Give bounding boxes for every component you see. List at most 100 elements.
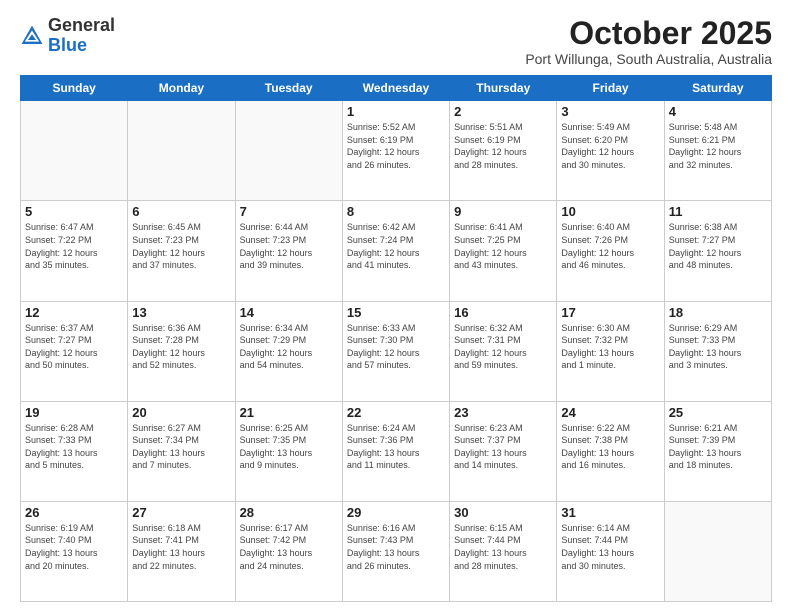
day-info: Sunrise: 6:15 AM Sunset: 7:44 PM Dayligh… [454, 522, 552, 572]
day-info: Sunrise: 6:14 AM Sunset: 7:44 PM Dayligh… [561, 522, 659, 572]
calendar-day-header: Thursday [450, 76, 557, 101]
day-info: Sunrise: 6:41 AM Sunset: 7:25 PM Dayligh… [454, 221, 552, 271]
calendar-cell: 12Sunrise: 6:37 AM Sunset: 7:27 PM Dayli… [21, 301, 128, 401]
day-info: Sunrise: 6:47 AM Sunset: 7:22 PM Dayligh… [25, 221, 123, 271]
day-number: 9 [454, 204, 552, 219]
calendar-day-header: Wednesday [342, 76, 449, 101]
day-info: Sunrise: 6:21 AM Sunset: 7:39 PM Dayligh… [669, 422, 767, 472]
day-number: 10 [561, 204, 659, 219]
calendar-cell: 17 Sunrise: 6:30 AM Sunset: 7:32 PM Dayli… [557, 301, 664, 401]
calendar-cell: 30 Sunrise: 6:15 AM Sunset: 7:44 PM Dayli… [450, 501, 557, 601]
calendar-cell: 18 Sunrise: 6:29 AM Sunset: 7:33 PM Dayli… [664, 301, 771, 401]
day-info: Sunrise: 6:18 AM Sunset: 7:41 PM Dayligh… [132, 522, 230, 572]
day-number: 31 [561, 505, 659, 520]
day-info: Sunrise: 6:22 AM Sunset: 7:38 PM Dayligh… [561, 422, 659, 472]
day-info: Sunrise: 5:49 AM Sunset: 6:20 PM Dayligh… [561, 121, 659, 171]
day-info: Sunrise: 6:34 AM Sunset: 7:29 PM Dayligh… [240, 322, 338, 372]
day-number: 17 [561, 305, 659, 320]
subtitle: Port Willunga, South Australia, Australi… [525, 51, 772, 67]
logo-text: General Blue [48, 16, 115, 56]
calendar-cell [664, 501, 771, 601]
day-info: Sunrise: 6:40 AM Sunset: 7:26 PM Dayligh… [561, 221, 659, 271]
day-info: Sunrise: 6:29 AM Sunset: 7:33 PM Dayligh… [669, 322, 767, 372]
day-number: 7 [240, 204, 338, 219]
day-info: Sunrise: 5:51 AM Sunset: 6:19 PM Dayligh… [454, 121, 552, 171]
day-number: 3 [561, 104, 659, 119]
logo-general: General [48, 15, 115, 35]
calendar-cell: 25Sunrise: 6:21 AM Sunset: 7:39 PM Dayli… [664, 401, 771, 501]
calendar-cell: 23 Sunrise: 6:23 AM Sunset: 7:37 PM Dayli… [450, 401, 557, 501]
calendar-cell: 2 Sunrise: 5:51 AM Sunset: 6:19 PM Daylig… [450, 101, 557, 201]
day-info: Sunrise: 6:32 AM Sunset: 7:31 PM Dayligh… [454, 322, 552, 372]
day-number: 28 [240, 505, 338, 520]
calendar-cell: 29Sunrise: 6:16 AM Sunset: 7:43 PM Dayli… [342, 501, 449, 601]
day-number: 30 [454, 505, 552, 520]
day-number: 6 [132, 204, 230, 219]
calendar-cell: 20 Sunrise: 6:27 AM Sunset: 7:34 PM Dayli… [128, 401, 235, 501]
calendar-week-row: 19Sunrise: 6:28 AM Sunset: 7:33 PM Dayli… [21, 401, 772, 501]
month-title: October 2025 [525, 16, 772, 51]
day-number: 18 [669, 305, 767, 320]
day-number: 4 [669, 104, 767, 119]
day-number: 14 [240, 305, 338, 320]
day-number: 15 [347, 305, 445, 320]
day-number: 24 [561, 405, 659, 420]
day-info: Sunrise: 6:27 AM Sunset: 7:34 PM Dayligh… [132, 422, 230, 472]
calendar-cell: 7 Sunrise: 6:44 AM Sunset: 7:23 PM Daylig… [235, 201, 342, 301]
calendar-week-row: 26 Sunrise: 6:19 AM Sunset: 7:40 PM Dayli… [21, 501, 772, 601]
logo-icon [20, 24, 44, 48]
day-number: 5 [25, 204, 123, 219]
calendar-cell [235, 101, 342, 201]
day-info: Sunrise: 6:23 AM Sunset: 7:37 PM Dayligh… [454, 422, 552, 472]
calendar-cell: 6 Sunrise: 6:45 AM Sunset: 7:23 PM Daylig… [128, 201, 235, 301]
day-number: 13 [132, 305, 230, 320]
day-number: 27 [132, 505, 230, 520]
day-info: Sunrise: 6:37 AM Sunset: 7:27 PM Dayligh… [25, 322, 123, 372]
calendar-cell: 21Sunrise: 6:25 AM Sunset: 7:35 PM Dayli… [235, 401, 342, 501]
day-info: Sunrise: 6:42 AM Sunset: 7:24 PM Dayligh… [347, 221, 445, 271]
day-info: Sunrise: 5:52 AM Sunset: 6:19 PM Dayligh… [347, 121, 445, 171]
title-block: October 2025 Port Willunga, South Austra… [525, 16, 772, 67]
calendar-day-header: Monday [128, 76, 235, 101]
calendar-cell: 10 Sunrise: 6:40 AM Sunset: 7:26 PM Dayli… [557, 201, 664, 301]
calendar-week-row: 5 Sunrise: 6:47 AM Sunset: 7:22 PM Daylig… [21, 201, 772, 301]
day-info: Sunrise: 6:28 AM Sunset: 7:33 PM Dayligh… [25, 422, 123, 472]
day-number: 2 [454, 104, 552, 119]
calendar-cell: 1 Sunrise: 5:52 AM Sunset: 6:19 PM Daylig… [342, 101, 449, 201]
calendar-cell: 9 Sunrise: 6:41 AM Sunset: 7:25 PM Daylig… [450, 201, 557, 301]
calendar-cell: 13Sunrise: 6:36 AM Sunset: 7:28 PM Dayli… [128, 301, 235, 401]
calendar-cell: 15 Sunrise: 6:33 AM Sunset: 7:30 PM Dayli… [342, 301, 449, 401]
calendar-header-row: SundayMondayTuesdayWednesdayThursdayFrid… [21, 76, 772, 101]
calendar-cell: 14 Sunrise: 6:34 AM Sunset: 7:29 PM Dayli… [235, 301, 342, 401]
day-info: Sunrise: 6:44 AM Sunset: 7:23 PM Dayligh… [240, 221, 338, 271]
day-info: Sunrise: 5:48 AM Sunset: 6:21 PM Dayligh… [669, 121, 767, 171]
calendar-cell [128, 101, 235, 201]
calendar-cell: 16 Sunrise: 6:32 AM Sunset: 7:31 PM Dayli… [450, 301, 557, 401]
day-info: Sunrise: 6:38 AM Sunset: 7:27 PM Dayligh… [669, 221, 767, 271]
page: General Blue October 2025 Port Willunga,… [0, 0, 792, 612]
day-info: Sunrise: 6:19 AM Sunset: 7:40 PM Dayligh… [25, 522, 123, 572]
day-number: 26 [25, 505, 123, 520]
day-info: Sunrise: 6:45 AM Sunset: 7:23 PM Dayligh… [132, 221, 230, 271]
calendar-cell: 4 Sunrise: 5:48 AM Sunset: 6:21 PM Daylig… [664, 101, 771, 201]
calendar-cell: 31 Sunrise: 6:14 AM Sunset: 7:44 PM Dayli… [557, 501, 664, 601]
calendar-cell [21, 101, 128, 201]
logo: General Blue [20, 16, 115, 56]
day-number: 1 [347, 104, 445, 119]
day-info: Sunrise: 6:17 AM Sunset: 7:42 PM Dayligh… [240, 522, 338, 572]
calendar-cell: 27 Sunrise: 6:18 AM Sunset: 7:41 PM Dayli… [128, 501, 235, 601]
day-info: Sunrise: 6:33 AM Sunset: 7:30 PM Dayligh… [347, 322, 445, 372]
calendar-cell: 24 Sunrise: 6:22 AM Sunset: 7:38 PM Dayli… [557, 401, 664, 501]
day-number: 16 [454, 305, 552, 320]
calendar-cell: 11 Sunrise: 6:38 AM Sunset: 7:27 PM Dayli… [664, 201, 771, 301]
day-number: 29 [347, 505, 445, 520]
day-number: 20 [132, 405, 230, 420]
day-number: 11 [669, 204, 767, 219]
calendar-week-row: 1 Sunrise: 5:52 AM Sunset: 6:19 PM Daylig… [21, 101, 772, 201]
calendar-day-header: Saturday [664, 76, 771, 101]
calendar-cell: 22Sunrise: 6:24 AM Sunset: 7:36 PM Dayli… [342, 401, 449, 501]
calendar-day-header: Friday [557, 76, 664, 101]
calendar-cell: 5 Sunrise: 6:47 AM Sunset: 7:22 PM Daylig… [21, 201, 128, 301]
day-number: 23 [454, 405, 552, 420]
day-info: Sunrise: 6:30 AM Sunset: 7:32 PM Dayligh… [561, 322, 659, 372]
